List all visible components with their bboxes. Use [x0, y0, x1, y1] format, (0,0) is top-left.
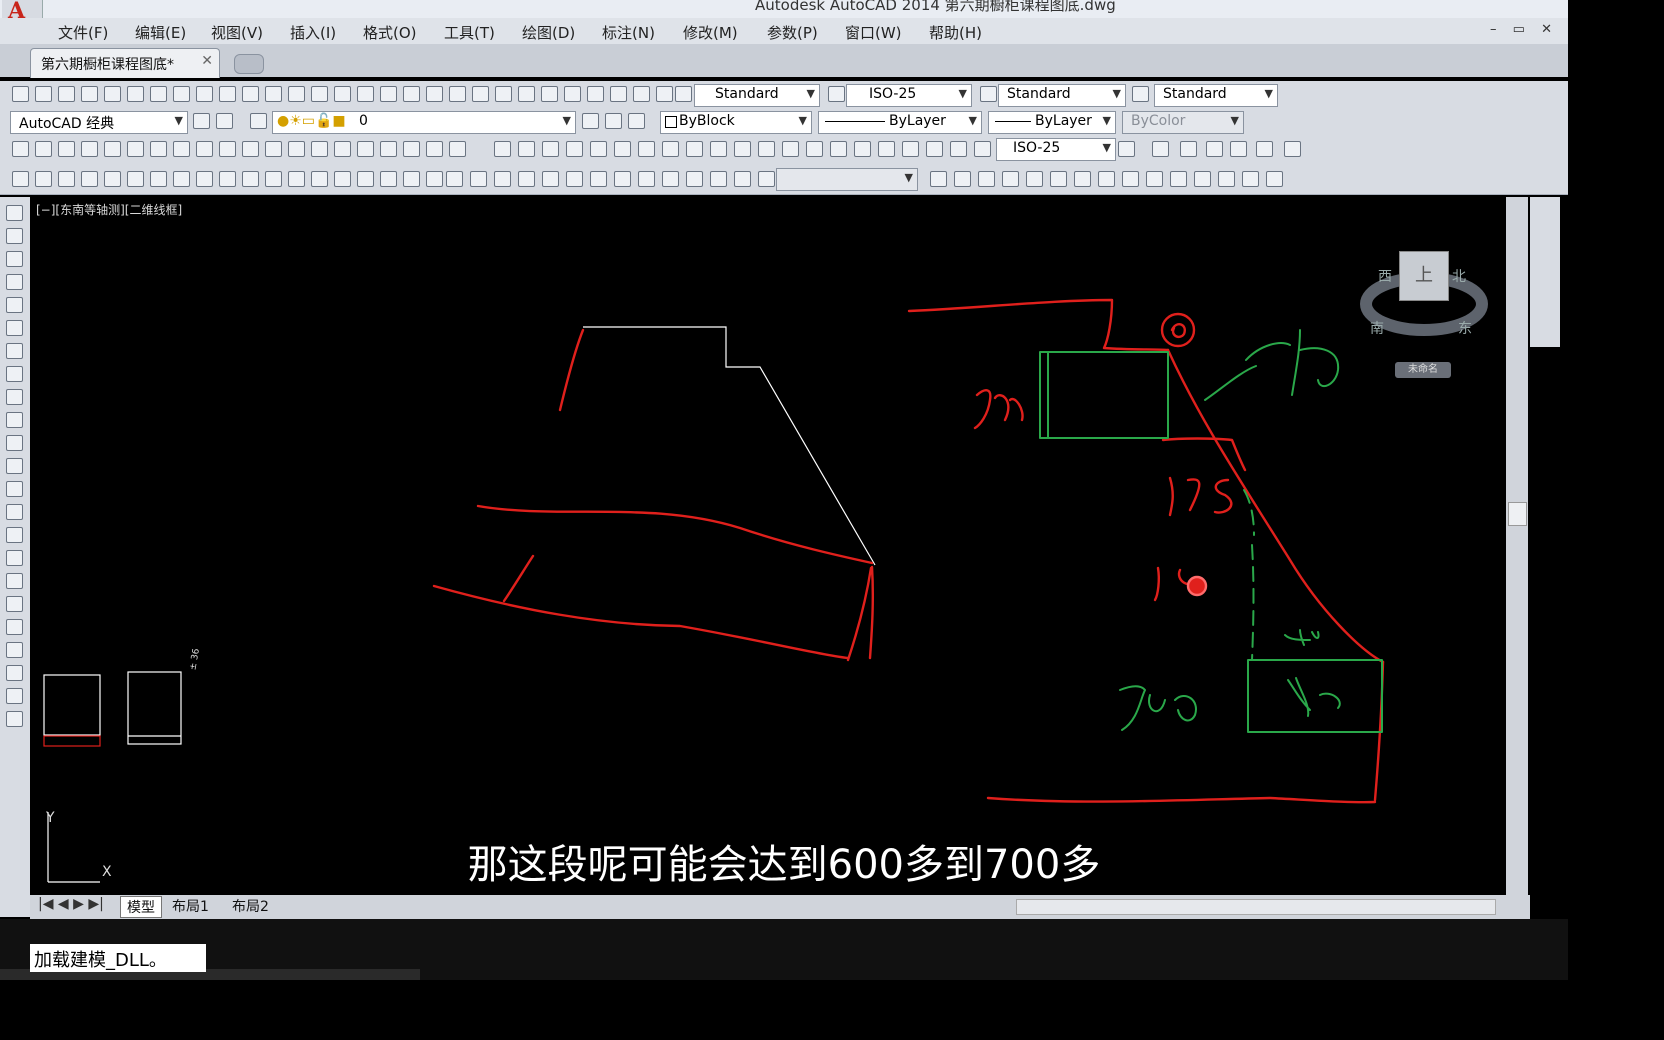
sketch-leader [1204, 365, 1257, 401]
sketch-diagonal [1166, 348, 1385, 664]
tab-layout1[interactable]: 布局1 [172, 896, 209, 916]
tab-nav-arrows-icon[interactable]: |◀ ◀ ▶ ▶| [38, 896, 104, 912]
sketch-gap-line [1161, 437, 1247, 472]
vertical-scrollbar[interactable] [1506, 197, 1528, 897]
cursor-indicator [1186, 575, 1208, 597]
scroll-thumb[interactable] [1508, 502, 1527, 526]
command-history-text: 加载建模_DLL。 [30, 944, 206, 972]
cabinet-thumbnail-2 [127, 671, 182, 745]
model-geometry [43, 326, 876, 883]
sketch-stroke-5 [846, 565, 875, 662]
ucs-y-label: Y [46, 810, 55, 826]
command-line-area[interactable] [0, 919, 1568, 980]
sketch-stroke-3 [432, 584, 850, 660]
thumbnail-label: ± 36 [188, 648, 202, 672]
wcs-menu[interactable]: 未命名 [1395, 362, 1451, 378]
cabinet-thumbnail-1 [43, 674, 101, 736]
sketch-box-upper [1039, 351, 1169, 439]
sketch-box-lower [1247, 659, 1383, 733]
viewcube-east[interactable]: 东 [1458, 318, 1472, 338]
horizontal-scrollbar[interactable] [1016, 899, 1496, 915]
green-sketch [1039, 329, 1383, 733]
sketch-label-500-left [973, 389, 1024, 430]
sketch-circle [1160, 312, 1196, 348]
sketch-label-400-top [1284, 629, 1320, 646]
viewcube-north[interactable]: 北 [1452, 266, 1466, 286]
command-text: 加载建模_DLL。 [34, 950, 167, 971]
tab-layout2[interactable]: 布局2 [232, 896, 269, 916]
tab-model[interactable]: 模型 [120, 896, 162, 918]
countertop-outline [583, 326, 876, 566]
sketch-label-175 [1168, 476, 1233, 517]
layout-tabs-bar: |◀ ◀ ▶ ▶| 模型 布局1 布局2 [30, 895, 1530, 919]
sketch-stroke-1 [558, 328, 585, 412]
viewcube-top-face[interactable]: 上 [1399, 251, 1449, 301]
sketch-label-400-inner [1287, 677, 1341, 717]
sketch-label-500-right [1119, 685, 1197, 731]
video-subtitle: 那这段呢可能会达到600多到700多 [467, 842, 1101, 888]
sketch-spiral [1170, 323, 1186, 339]
sketch-stroke-4 [502, 554, 535, 603]
cabinet-thumbnail-base [43, 735, 101, 747]
sketch-stroke-2 [476, 504, 874, 565]
sketch-label-700 [1245, 329, 1340, 396]
sketch-bottom [986, 796, 1377, 804]
viewcube-south[interactable]: 南 [1370, 318, 1384, 338]
sketch-wall-top [907, 298, 1170, 352]
viewcube-west[interactable]: 西 [1378, 266, 1392, 286]
sketch-dashed-line [1243, 489, 1255, 661]
